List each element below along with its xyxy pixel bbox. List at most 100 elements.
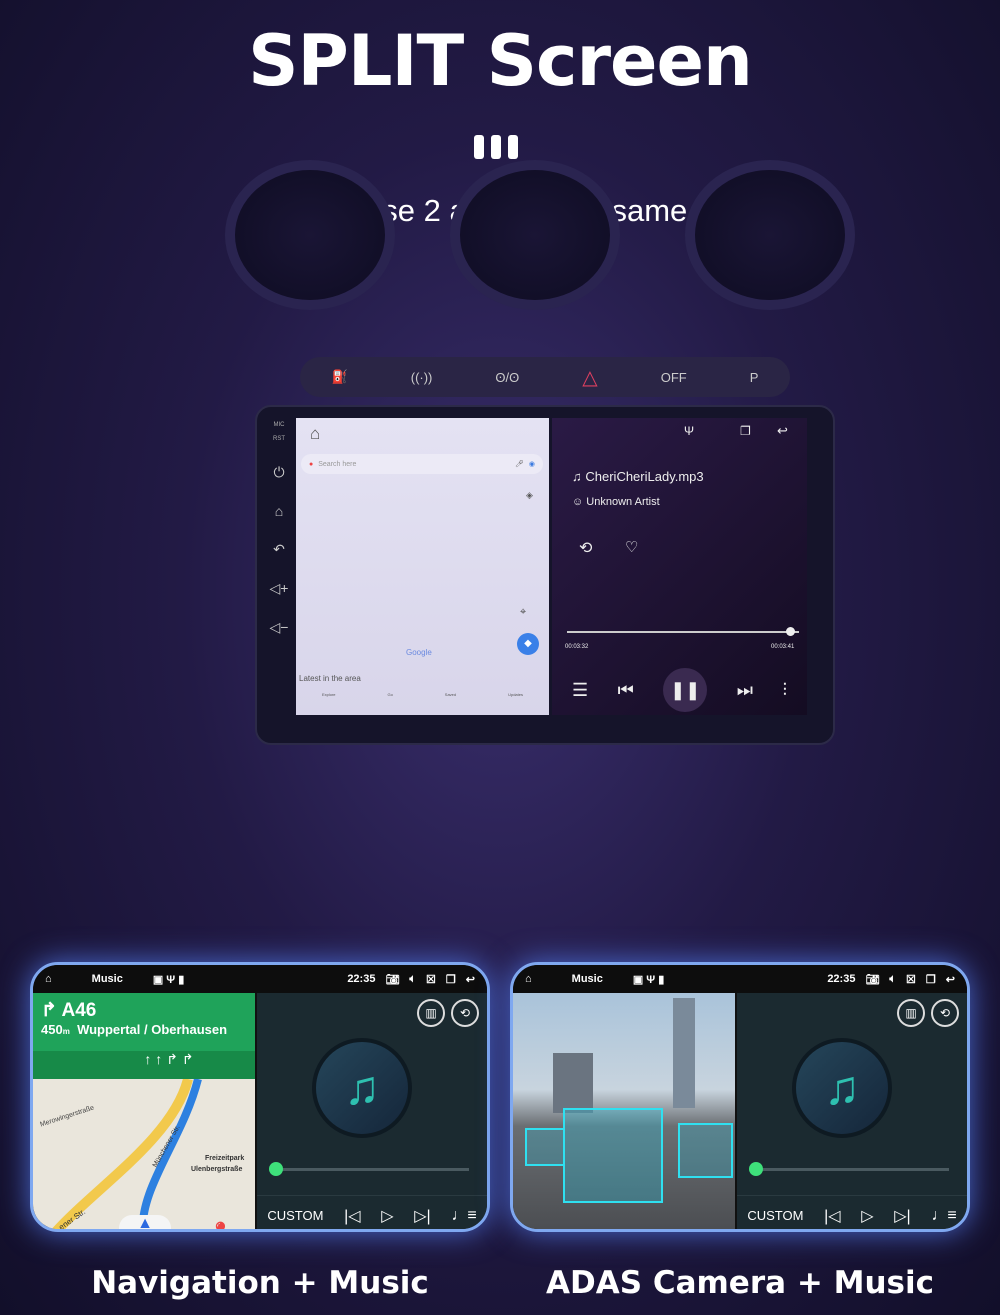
status-app: Music	[571, 973, 603, 985]
clock: 22:35	[347, 973, 376, 985]
camera-icon[interactable]: 📷︎	[385, 973, 399, 986]
map-panel[interactable]: ⌂ ● Search here 🎤︎ ◉ ◈ ⌖ ◆ Google Latest…	[296, 418, 549, 715]
playlist-icon[interactable]: ☰	[572, 680, 588, 701]
status-bar: ⌂ Music ▣ Ψ ▮ 22:35 📷︎ 🔈︎ ☒ ❐ ↩	[513, 965, 967, 993]
esp-off-button: OFF	[660, 369, 687, 385]
music-note-icon: ♫	[572, 469, 586, 484]
power-icon[interactable]: ⏻	[273, 464, 284, 481]
music-panel: Ψ ❐ ↩ ♫ CheriCheriLady.mp3 ☺ Unknown Art…	[552, 418, 807, 715]
mic-icon[interactable]: 🎤︎	[515, 460, 524, 468]
home-icon[interactable]: ⌂	[275, 503, 283, 519]
home-icon[interactable]: ⌂	[310, 424, 320, 444]
track-title: ♫ CheriCheriLady.mp3	[572, 469, 704, 484]
eq-mode-button[interactable]: CUSTOM	[747, 1208, 803, 1223]
head-unit-side-controls: MIC RST ⏻ ⌂ ↶ ◁+ ◁−	[262, 418, 296, 715]
vehicle-detection-box	[563, 1108, 663, 1203]
repeat-icon[interactable]: ⟲	[451, 999, 479, 1027]
tab-updates[interactable]: Updates	[508, 692, 523, 697]
equalizer-icon[interactable]: ⫶	[782, 680, 787, 701]
next-icon[interactable]: ▷|	[414, 1206, 430, 1226]
equalizer-icon[interactable]: ▥	[417, 999, 445, 1027]
tab-saved[interactable]: Saved	[445, 692, 456, 697]
back-icon[interactable]: ↩	[946, 973, 955, 986]
layers-icon[interactable]: ◈	[526, 490, 533, 501]
air-vent-right	[685, 160, 855, 310]
play-icon[interactable]: ▷	[381, 1206, 393, 1226]
heart-icon[interactable]: ♡	[625, 538, 638, 556]
usb-icon: Ψ	[684, 424, 695, 438]
back-icon[interactable]: ↶	[273, 541, 285, 558]
music-controls: ☰ ⏮︎ ❚❚ ⏭︎ ⫶	[572, 668, 787, 712]
progress-bar[interactable]	[749, 1162, 949, 1176]
air-vent-left	[225, 160, 395, 310]
sensor-button: ((·))	[410, 369, 433, 385]
person-icon: ☺	[572, 496, 587, 508]
hero-title: SPLIT Screen	[248, 20, 753, 102]
clock: 22:35	[827, 973, 856, 985]
next-icon[interactable]: ⏭︎	[737, 680, 753, 701]
previous-icon[interactable]: |◁	[824, 1206, 840, 1226]
volume-icon[interactable]: 🔈︎	[889, 973, 896, 986]
next-icon[interactable]: ▷|	[894, 1206, 910, 1226]
mic-label: MIC	[273, 422, 285, 428]
progress-bar[interactable]	[567, 627, 799, 636]
progress-thumb[interactable]	[749, 1162, 763, 1176]
total-time: 00:03:41	[771, 644, 795, 650]
previous-icon[interactable]: ⏮︎	[618, 680, 634, 701]
close-icon[interactable]: ☒	[906, 973, 916, 986]
album-art-icon: ♫	[792, 1038, 892, 1138]
close-icon[interactable]: ☒	[426, 973, 436, 986]
caption-adas-music: ADAS Camera + Music	[546, 1265, 934, 1301]
home-icon[interactable]: ⌂	[525, 973, 532, 985]
volume-down-icon[interactable]: ◁−	[270, 619, 289, 636]
track-name: CheriCheriLady.mp3	[585, 469, 704, 484]
distance-unit: m	[62, 1027, 70, 1036]
repeat-icon[interactable]: ⟲	[931, 999, 959, 1027]
volume-up-icon[interactable]: ◁+	[270, 580, 289, 597]
windows-icon[interactable]: ❐	[446, 973, 456, 986]
tab-go[interactable]: Go	[387, 692, 392, 697]
multiwindow-icon[interactable]: ❐	[740, 424, 751, 438]
player-controls: CUSTOM |◁ ▷ ▷| ♩≡	[737, 1195, 967, 1229]
music-player: ▥ ⟲ ♫ CUSTOM |◁ ▷ ▷| ♩≡	[257, 993, 487, 1229]
progress-thumb[interactable]	[269, 1162, 283, 1176]
playlist-icon[interactable]: ♩≡	[931, 1207, 956, 1225]
elapsed-time: 00:03:32	[565, 644, 589, 650]
google-maps-icon[interactable]: 📍︎	[209, 1221, 232, 1229]
position-arrow-icon: ▲	[119, 1215, 171, 1229]
progress-thumb[interactable]	[785, 627, 795, 636]
locate-icon[interactable]: ⌖	[520, 606, 526, 619]
progress-bar[interactable]	[269, 1162, 469, 1176]
park-assist-button: P	[749, 369, 759, 385]
repeat-icon[interactable]: ⟲	[579, 538, 592, 558]
nav-map[interactable]: ↱ A46 450m Wuppertal / Oberhausen ↑ ↑ ↱ …	[33, 993, 255, 1229]
search-input[interactable]: ● Search here 🎤︎ ◉	[301, 454, 543, 474]
dash-button-row: ⛽ ((·)) ʘ/ʘ △ OFF P	[300, 357, 790, 397]
account-icon[interactable]: ◉	[529, 460, 535, 468]
search-placeholder: Search here	[318, 460, 357, 468]
road-name: A46	[61, 1000, 97, 1021]
play-icon[interactable]: ▷	[861, 1206, 873, 1226]
lock-button: ʘ/ʘ	[495, 369, 520, 385]
card-adas-music: ⌂ Music ▣ Ψ ▮ 22:35 📷︎ 🔈︎ ☒ ❐ ↩ ▥ ⟲ ♫ CUSTOM…	[510, 962, 970, 1232]
volume-icon[interactable]: 🔈︎	[409, 973, 416, 986]
previous-icon[interactable]: |◁	[344, 1206, 360, 1226]
eq-mode-button[interactable]: CUSTOM	[267, 1208, 323, 1223]
artist-name: Unknown Artist	[586, 496, 660, 508]
back-icon[interactable]: ↩	[466, 973, 475, 986]
camera-icon[interactable]: 📷︎	[865, 973, 879, 986]
back-icon[interactable]: ↩	[777, 423, 788, 439]
pause-button[interactable]: ❚❚	[663, 668, 708, 712]
playlist-icon[interactable]: ♩≡	[451, 1207, 476, 1225]
caption-navigation-music: Navigation + Music	[91, 1265, 429, 1301]
card-navigation-music: ⌂ Music ▣ Ψ ▮ 22:35 📷︎ 🔈︎ ☒ ❐ ↩ ↱ A46 450m W…	[30, 962, 490, 1232]
tab-explore[interactable]: Explore	[322, 692, 336, 697]
equalizer-icon[interactable]: ▥	[897, 999, 925, 1027]
bars-icon	[474, 135, 518, 159]
status-app: Music	[91, 973, 123, 985]
home-icon[interactable]: ⌂	[45, 973, 52, 985]
directions-button[interactable]: ◆	[517, 633, 539, 655]
direction: Wuppertal / Oberhausen	[77, 1022, 228, 1037]
adas-camera-view[interactable]	[513, 993, 735, 1229]
windows-icon[interactable]: ❐	[926, 973, 936, 986]
